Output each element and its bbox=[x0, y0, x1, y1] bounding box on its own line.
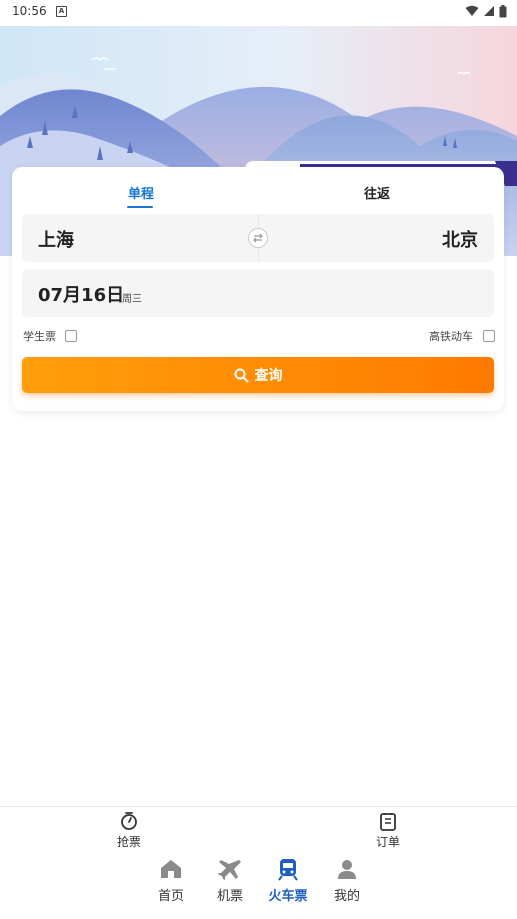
user-icon bbox=[338, 860, 356, 879]
battery-icon bbox=[499, 4, 507, 17]
nav-flight[interactable]: 机票 bbox=[205, 857, 255, 904]
nav-mine[interactable]: 我的 bbox=[322, 857, 372, 904]
secondary-bar: 抢票 订单 bbox=[0, 806, 517, 850]
search-button-label: 查询 bbox=[254, 368, 283, 384]
nav-train-label: 火车票 bbox=[268, 889, 308, 904]
grab-ticket-button[interactable]: 抢票 bbox=[99, 811, 159, 850]
departure-weekday: 周三 bbox=[122, 294, 142, 305]
nav-home[interactable]: 首页 bbox=[146, 857, 196, 904]
train-icon bbox=[278, 859, 298, 881]
bottom-navigation: 首页 机票 火车票 我的 bbox=[0, 849, 517, 919]
signal-icon bbox=[484, 6, 494, 16]
nav-flight-label: 机票 bbox=[216, 889, 243, 904]
search-card: 单程 往返 上海 北京 07月16日 周三 学生票 高铁动车 查询 bbox=[12, 167, 504, 411]
orders-label: 订单 bbox=[375, 835, 400, 849]
status-icons bbox=[465, 4, 507, 18]
nav-train[interactable]: 火车票 bbox=[263, 857, 313, 904]
wifi-icon bbox=[465, 5, 479, 16]
student-ticket-label: 学生票 bbox=[23, 330, 56, 343]
search-button[interactable]: 查询 bbox=[22, 357, 494, 393]
home-icon bbox=[161, 860, 181, 878]
nav-home-label: 首页 bbox=[157, 889, 184, 904]
highspeed-checkbox[interactable] bbox=[483, 330, 495, 342]
tab-active-indicator bbox=[127, 206, 153, 208]
highspeed-label: 高铁动车 bbox=[429, 330, 473, 343]
tab-oneway[interactable]: 单程 bbox=[128, 183, 154, 202]
clipboard-icon bbox=[380, 813, 396, 831]
departure-city[interactable]: 上海 bbox=[38, 226, 74, 252]
swap-icon bbox=[253, 233, 263, 243]
student-ticket-checkbox[interactable] bbox=[65, 330, 77, 342]
notification-a-icon: A bbox=[56, 6, 67, 17]
grab-ticket-label: 抢票 bbox=[116, 835, 141, 849]
search-icon bbox=[234, 368, 248, 382]
arrival-city[interactable]: 北京 bbox=[442, 226, 478, 252]
status-bar: 10:56 A bbox=[0, 0, 517, 24]
route-selector: 上海 北京 bbox=[22, 214, 494, 262]
airplane-icon bbox=[218, 860, 241, 880]
swap-cities-button[interactable] bbox=[248, 228, 268, 248]
nav-mine-label: 我的 bbox=[333, 889, 360, 904]
departure-date: 07月16日 bbox=[38, 285, 125, 306]
stopwatch-icon bbox=[121, 812, 137, 830]
date-selector[interactable]: 07月16日 周三 bbox=[22, 269, 494, 317]
tab-roundtrip[interactable]: 往返 bbox=[364, 183, 390, 202]
orders-button[interactable]: 订单 bbox=[358, 811, 418, 850]
status-time: 10:56 bbox=[12, 4, 47, 18]
